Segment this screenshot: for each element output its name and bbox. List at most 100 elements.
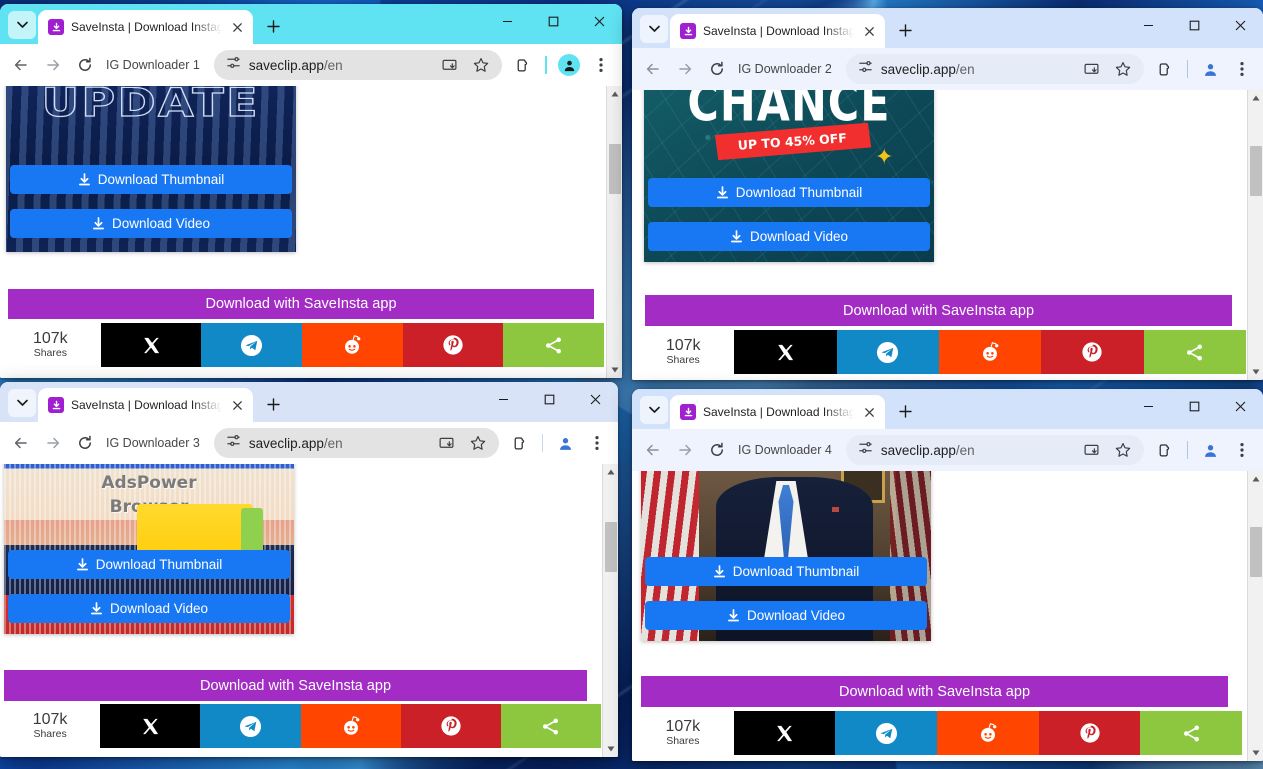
x-twitter-share-button[interactable]	[100, 323, 202, 367]
browser-window-3[interactable]: SaveInsta | Download Instagr IG Download…	[0, 382, 618, 757]
browser-tab[interactable]: SaveInsta | Download Instagr	[670, 395, 885, 429]
browser-tab[interactable]: SaveInsta | Download Instagr	[38, 388, 253, 422]
minimize-button[interactable]	[484, 4, 530, 38]
close-button[interactable]	[576, 4, 622, 38]
x-twitter-share-button[interactable]	[100, 704, 201, 748]
install-app-icon[interactable]	[434, 53, 464, 77]
address-bar[interactable]: saveclip.app/en	[845, 435, 1144, 465]
minimize-button[interactable]	[1125, 389, 1171, 423]
address-bar[interactable]: saveclip.app/en	[213, 50, 502, 80]
telegram-share-button[interactable]	[201, 323, 303, 367]
back-button[interactable]	[638, 54, 668, 84]
download-with-app-bar[interactable]: Download with SaveInsta app	[4, 670, 587, 701]
site-settings-icon[interactable]	[226, 433, 241, 453]
chrome-menu-button[interactable]	[586, 50, 616, 80]
scroll-up-arrow[interactable]	[603, 464, 618, 480]
tab-close-icon[interactable]	[229, 397, 245, 413]
pinterest-share-button[interactable]	[400, 704, 501, 748]
close-button[interactable]	[1217, 8, 1263, 42]
download-with-app-bar[interactable]: Download with SaveInsta app	[641, 676, 1228, 707]
extensions-icon[interactable]	[505, 428, 535, 458]
chrome-menu-button[interactable]	[1227, 435, 1257, 465]
forward-button[interactable]	[670, 435, 700, 465]
scrollbar-thumb[interactable]	[1250, 527, 1262, 577]
site-settings-icon[interactable]	[226, 55, 241, 75]
tab-search-button[interactable]	[640, 15, 668, 43]
profile-avatar-button[interactable]	[1195, 435, 1225, 465]
close-button[interactable]	[572, 382, 618, 416]
back-button[interactable]	[638, 435, 668, 465]
close-button[interactable]	[1217, 389, 1263, 423]
x-twitter-share-button[interactable]	[734, 330, 837, 374]
download-thumbnail-button[interactable]: Download Thumbnail	[10, 165, 292, 194]
browser-tab[interactable]: SaveInsta | Download Instagr	[38, 10, 253, 44]
site-settings-icon[interactable]	[858, 440, 873, 460]
maximize-button[interactable]	[1171, 8, 1217, 42]
more-share-button[interactable]	[500, 704, 602, 748]
site-settings-icon[interactable]	[858, 59, 873, 79]
forward-button[interactable]	[38, 428, 68, 458]
telegram-share-button[interactable]	[835, 711, 938, 755]
reload-button[interactable]	[702, 435, 732, 465]
scroll-up-arrow[interactable]	[607, 86, 622, 102]
download-video-button[interactable]: Download Video	[10, 209, 292, 238]
scroll-down-arrow[interactable]	[607, 362, 622, 378]
pinterest-share-button[interactable]	[1038, 711, 1141, 755]
maximize-button[interactable]	[530, 4, 576, 38]
bookmark-star-icon[interactable]	[463, 431, 493, 455]
extensions-icon[interactable]	[508, 50, 538, 80]
telegram-share-button[interactable]	[836, 330, 939, 374]
download-with-app-bar[interactable]: Download with SaveInsta app	[8, 289, 594, 319]
maximize-button[interactable]	[526, 382, 572, 416]
more-share-button[interactable]	[503, 323, 605, 367]
minimize-button[interactable]	[1125, 8, 1171, 42]
tab-close-icon[interactable]	[229, 19, 245, 35]
extensions-icon[interactable]	[1150, 435, 1180, 465]
scroll-down-arrow[interactable]	[1248, 745, 1263, 761]
vertical-scrollbar[interactable]	[1247, 90, 1263, 380]
more-share-button[interactable]	[1143, 330, 1246, 374]
address-bar[interactable]: saveclip.app/en	[845, 54, 1144, 84]
new-tab-button[interactable]	[259, 390, 287, 418]
tab-search-button[interactable]	[8, 11, 36, 39]
more-share-button[interactable]	[1140, 711, 1243, 755]
scroll-down-arrow[interactable]	[1248, 364, 1263, 380]
browser-window-1[interactable]: SaveInsta | Download Instagr IG Download…	[0, 4, 622, 378]
scroll-down-arrow[interactable]	[603, 741, 618, 757]
browser-tab[interactable]: SaveInsta | Download Instagr	[670, 14, 885, 48]
forward-button[interactable]	[670, 54, 700, 84]
x-twitter-share-button[interactable]	[733, 711, 836, 755]
download-thumbnail-button[interactable]: Download Thumbnail	[648, 178, 930, 207]
minimize-button[interactable]	[480, 382, 526, 416]
browser-window-2[interactable]: SaveInsta | Download Instagr IG Download…	[632, 8, 1263, 380]
chrome-menu-button[interactable]	[1227, 54, 1257, 84]
install-app-icon[interactable]	[1076, 438, 1106, 462]
address-bar[interactable]: saveclip.app/en	[213, 428, 499, 458]
profile-avatar-button[interactable]	[554, 50, 584, 80]
scrollbar-thumb[interactable]	[1250, 146, 1262, 196]
profile-avatar-button[interactable]	[1195, 54, 1225, 84]
scroll-up-arrow[interactable]	[1248, 471, 1263, 487]
download-thumbnail-button[interactable]: Download Thumbnail	[8, 550, 290, 579]
extensions-icon[interactable]	[1150, 54, 1180, 84]
scroll-up-arrow[interactable]	[1248, 90, 1263, 106]
install-app-icon[interactable]	[1076, 57, 1106, 81]
reload-button[interactable]	[70, 428, 100, 458]
tab-search-button[interactable]	[640, 396, 668, 424]
download-thumbnail-button[interactable]: Download Thumbnail	[645, 557, 927, 586]
download-video-button[interactable]: Download Video	[648, 222, 930, 251]
vertical-scrollbar[interactable]	[606, 86, 622, 378]
bookmark-star-icon[interactable]	[1108, 438, 1138, 462]
reddit-share-button[interactable]	[300, 704, 401, 748]
reddit-share-button[interactable]	[937, 711, 1039, 755]
maximize-button[interactable]	[1171, 389, 1217, 423]
pinterest-share-button[interactable]	[1041, 330, 1144, 374]
download-with-app-bar[interactable]: Download with SaveInsta app	[645, 295, 1232, 326]
tab-search-button[interactable]	[8, 389, 36, 417]
install-app-icon[interactable]	[431, 431, 461, 455]
tab-close-icon[interactable]	[861, 23, 877, 39]
profile-avatar-button[interactable]	[550, 428, 580, 458]
new-tab-button[interactable]	[259, 12, 287, 40]
scrollbar-thumb[interactable]	[609, 144, 621, 194]
browser-window-4[interactable]: SaveInsta | Download Instagr IG Download…	[632, 389, 1263, 761]
